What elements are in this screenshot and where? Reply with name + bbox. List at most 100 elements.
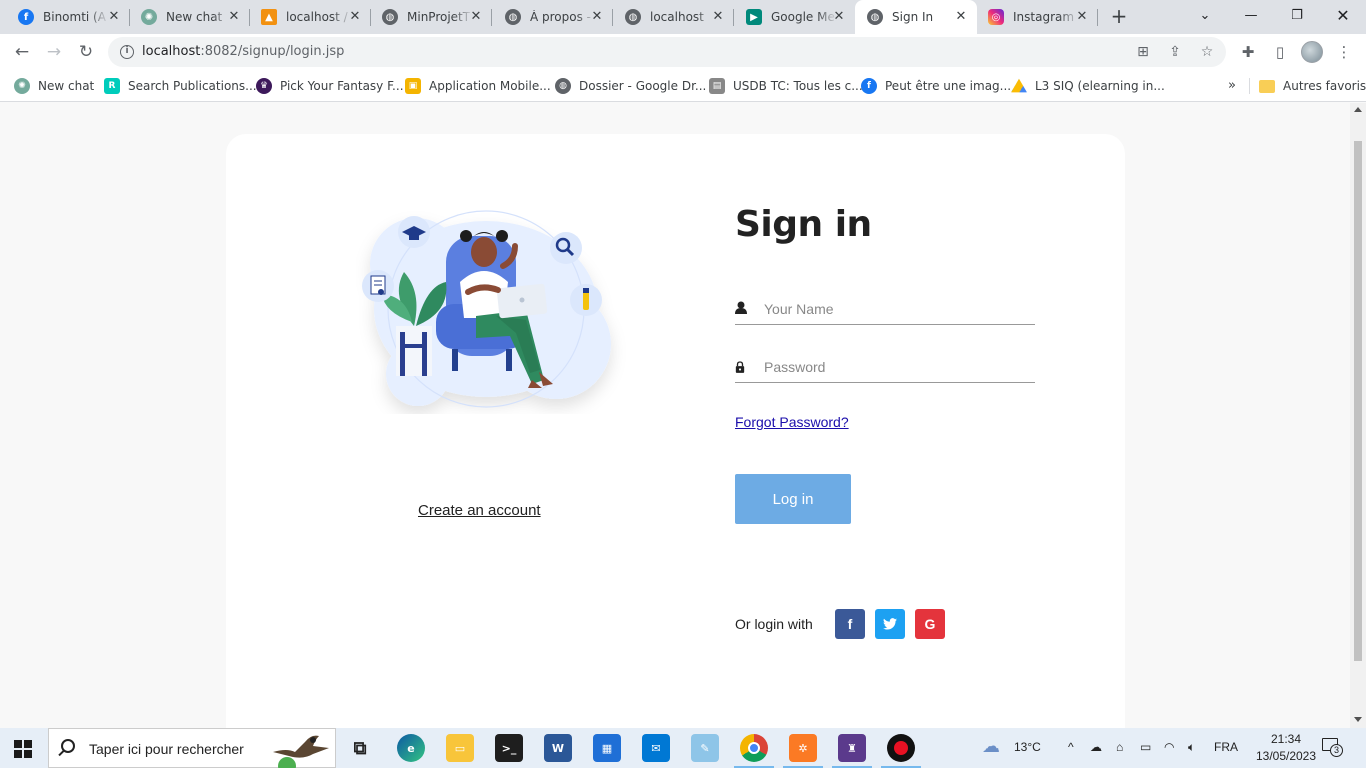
- create-account-link[interactable]: Create an account: [418, 502, 541, 519]
- scrollbar-thumb[interactable]: [1354, 141, 1362, 661]
- terminal-icon[interactable]: >_: [495, 734, 523, 762]
- profile-avatar[interactable]: [1301, 41, 1323, 63]
- clock-date: 13/05/2023: [1255, 749, 1317, 763]
- share-icon[interactable]: ⇪: [1166, 43, 1184, 61]
- volume-icon[interactable]: 🔈︎: [1188, 740, 1195, 755]
- search-icon: [61, 739, 75, 753]
- reload-button[interactable]: ↻: [72, 38, 100, 66]
- close-icon[interactable]: ✕: [953, 9, 969, 25]
- forgot-password-link[interactable]: Forgot Password?: [735, 414, 849, 430]
- tab-google-meet[interactable]: ▶ Google Me ✕: [734, 0, 855, 34]
- facebook-login-button[interactable]: f: [835, 609, 865, 639]
- task-view-icon[interactable]: ⧉: [346, 734, 374, 762]
- close-icon[interactable]: ✕: [710, 9, 726, 25]
- google-meet-icon: ▶: [746, 9, 762, 25]
- scroll-up-icon[interactable]: [1354, 107, 1362, 112]
- password-input[interactable]: [764, 355, 1024, 379]
- xampp-icon[interactable]: ✲: [783, 734, 823, 768]
- tab-minprojet[interactable]: ◍ MinProjetT ✕: [371, 0, 492, 34]
- bookmarks-overflow-button[interactable]: »: [1228, 78, 1236, 93]
- bookmark-classroom[interactable]: ▣ Application Mobile...: [405, 77, 551, 95]
- tab-a-propos[interactable]: ◍ À propos - ✕: [492, 0, 613, 34]
- side-panel-icon[interactable]: ▯: [1270, 42, 1290, 62]
- onedrive-icon[interactable]: ☁: [1090, 740, 1102, 754]
- tab-title: localhost: [650, 10, 704, 24]
- scroll-down-icon[interactable]: [1354, 717, 1362, 722]
- close-icon[interactable]: ✕: [226, 9, 242, 25]
- wifi-icon[interactable]: ◠: [1164, 740, 1174, 754]
- close-icon[interactable]: ✕: [589, 9, 605, 25]
- taskbar-search-box[interactable]: Taper ici pour rechercher: [48, 728, 336, 768]
- tab-binomti[interactable]: f Binomti (A ✕: [0, 0, 130, 34]
- translate-icon[interactable]: ⊞: [1134, 43, 1152, 61]
- windows-start-button[interactable]: [14, 740, 32, 758]
- bookmark-researchgate[interactable]: R Search Publications...: [104, 77, 257, 95]
- file-explorer-icon[interactable]: ▭: [446, 734, 474, 762]
- google-login-button[interactable]: G: [915, 609, 945, 639]
- tab-instagram[interactable]: ◎ Instagram ✕: [977, 0, 1098, 34]
- bookmark-fantasy[interactable]: ♛ Pick Your Fantasy F...: [256, 77, 404, 95]
- close-icon[interactable]: ✕: [468, 9, 484, 25]
- new-tab-button[interactable]: +: [1108, 5, 1130, 29]
- name-input[interactable]: [764, 297, 1024, 321]
- taskbar-clock[interactable]: 21:34 13/05/2023: [1255, 731, 1317, 765]
- store-icon[interactable]: ▦: [593, 734, 621, 762]
- notepad-icon[interactable]: ✎: [691, 734, 719, 762]
- usb-icon[interactable]: ⌂: [1116, 740, 1123, 754]
- bookmark-label: Dossier - Google Dr...: [579, 79, 707, 93]
- forward-button[interactable]: →: [40, 38, 68, 66]
- lock-icon: [735, 361, 745, 373]
- edge-icon[interactable]: e: [397, 734, 425, 762]
- language-indicator[interactable]: FRA: [1214, 740, 1238, 754]
- other-bookmarks-label: Autres favoris: [1283, 79, 1366, 93]
- tab-localhost[interactable]: ◍ localhost ✕: [613, 0, 734, 34]
- extensions-icon[interactable]: ✚: [1238, 42, 1258, 62]
- bookmark-drive-folder[interactable]: ◍ Dossier - Google Dr...: [555, 77, 706, 95]
- mail-icon[interactable]: ✉: [642, 734, 670, 762]
- instagram-icon: ◎: [988, 9, 1004, 25]
- info-icon[interactable]: i: [120, 45, 134, 59]
- tab-sign-in[interactable]: ◍ Sign In ✕: [855, 0, 977, 34]
- bookmark-label: Pick Your Fantasy F...: [280, 79, 404, 93]
- page-viewport: Create an account Sign in Forgot Passwor…: [0, 103, 1350, 728]
- globe-icon: ◍: [505, 9, 521, 25]
- word-icon[interactable]: W: [544, 734, 572, 762]
- tab-search-button[interactable]: ⌄: [1182, 0, 1228, 30]
- twitter-login-button[interactable]: [875, 609, 905, 639]
- globe-icon: ◍: [625, 9, 641, 25]
- page-scrollbar[interactable]: [1350, 103, 1366, 728]
- recorder-icon[interactable]: [881, 734, 921, 768]
- restore-button[interactable]: ❐: [1274, 0, 1320, 30]
- taskbar-search-placeholder: Taper ici pour rechercher: [89, 741, 244, 757]
- menu-icon[interactable]: ⋮: [1334, 42, 1354, 62]
- bookmark-star-icon[interactable]: ☆: [1198, 43, 1216, 61]
- bookmark-facebook[interactable]: f Peut être une imag...: [861, 77, 1011, 95]
- bookmark-new-chat[interactable]: ✺ New chat: [14, 77, 94, 95]
- login-button[interactable]: Log in: [735, 474, 851, 524]
- chrome-icon[interactable]: [734, 734, 774, 768]
- weather-icon[interactable]: ☁: [982, 736, 1000, 757]
- chatgpt-icon: ✺: [14, 78, 30, 94]
- tab-new-chat[interactable]: ✺ New chat ✕: [130, 0, 250, 34]
- show-hidden-icons-icon[interactable]: ^: [1068, 740, 1074, 754]
- back-button[interactable]: ←: [8, 38, 36, 66]
- browser-toolbar: ← → ↻ i localhost:8082/signup/login.jsp …: [0, 34, 1366, 70]
- notification-center-icon[interactable]: 3: [1322, 738, 1343, 757]
- close-icon[interactable]: ✕: [831, 9, 847, 25]
- close-icon[interactable]: ✕: [106, 9, 122, 25]
- globe-icon: ◍: [867, 9, 883, 25]
- minimize-button[interactable]: —: [1228, 0, 1274, 30]
- other-bookmarks-folder[interactable]: Autres favoris: [1259, 77, 1366, 95]
- close-icon[interactable]: ✕: [1074, 9, 1090, 25]
- battery-icon[interactable]: ▭: [1140, 740, 1151, 754]
- close-window-button[interactable]: ✕: [1320, 0, 1366, 30]
- url-text[interactable]: localhost:8082/signup/login.jsp: [142, 44, 344, 59]
- bookmark-usdb[interactable]: ▤ USDB TC: Tous les c...: [709, 77, 863, 95]
- tab-phpmyadmin[interactable]: ▲ localhost / ✕: [250, 0, 371, 34]
- game-icon[interactable]: ♜: [832, 734, 872, 768]
- close-icon[interactable]: ✕: [347, 9, 363, 25]
- address-bar[interactable]: i localhost:8082/signup/login.jsp ⊞ ⇪ ☆: [108, 37, 1226, 67]
- globe-icon: ◍: [555, 78, 571, 94]
- weather-temperature[interactable]: 13°C: [1014, 740, 1041, 754]
- bookmark-l3-siq[interactable]: L3 SIQ (elearning in...: [1011, 77, 1165, 95]
